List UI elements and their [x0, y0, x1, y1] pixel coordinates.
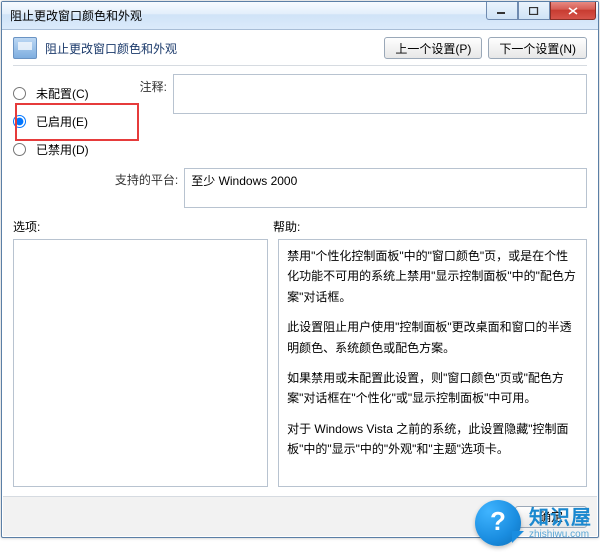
radio-disabled-label: 已禁用(D)	[36, 141, 89, 158]
divider	[13, 65, 587, 66]
footer: 确定	[3, 496, 597, 536]
help-label: 帮助:	[273, 218, 300, 235]
platform-value: 至少 Windows 2000	[191, 174, 297, 188]
options-label: 选项:	[13, 218, 273, 235]
comment-field[interactable]	[173, 74, 587, 114]
lower-panels: 禁用"个性化控制面板"中的"窗口颜色"页，或是在个性化功能不可用的系统上禁用"显…	[3, 239, 597, 487]
help-text: 对于 Windows Vista 之前的系统，此设置隐藏"控制面板"中的"显示"…	[287, 419, 578, 460]
config-area: 未配置(C) 已启用(E) 已禁用(D) 注释:	[3, 72, 597, 160]
radio-enabled-input[interactable]	[13, 115, 26, 128]
options-panel[interactable]	[13, 239, 268, 487]
window-buttons	[486, 2, 596, 20]
platform-label: 支持的平台:	[13, 168, 184, 188]
radio-enabled[interactable]: 已启用(E)	[13, 110, 125, 132]
header-row: 阻止更改窗口颜色和外观 上一个设置(P) 下一个设置(N)	[3, 31, 597, 63]
radio-not-configured-label: 未配置(C)	[36, 85, 89, 102]
next-setting-button[interactable]: 下一个设置(N)	[488, 37, 587, 59]
client-area: 阻止更改窗口颜色和外观 上一个设置(P) 下一个设置(N) 未配置(C) 已启用…	[3, 31, 597, 536]
radio-enabled-label: 已启用(E)	[36, 113, 88, 130]
dialog-window: 阻止更改窗口颜色和外观 阻止更改窗口颜色和外观 上一个设置(P) 下一个设置(N…	[1, 1, 599, 538]
radio-not-configured-input[interactable]	[13, 87, 26, 100]
radio-group: 未配置(C) 已启用(E) 已禁用(D)	[13, 74, 125, 160]
radio-not-configured[interactable]: 未配置(C)	[13, 82, 125, 104]
policy-icon	[13, 37, 37, 59]
radio-disabled-input[interactable]	[13, 143, 26, 156]
policy-title: 阻止更改窗口颜色和外观	[45, 40, 384, 57]
maximize-button[interactable]	[518, 2, 550, 20]
comment-label: 注释:	[125, 74, 173, 114]
minimize-button[interactable]	[486, 2, 518, 20]
prev-setting-button[interactable]: 上一个设置(P)	[384, 37, 482, 59]
help-panel[interactable]: 禁用"个性化控制面板"中的"窗口颜色"页，或是在个性化功能不可用的系统上禁用"显…	[278, 239, 587, 487]
help-text: 如果禁用或未配置此设置，则"窗口颜色"页或"配色方案"对话框在"个性化"或"显示…	[287, 368, 578, 409]
help-text: 禁用"个性化控制面板"中的"窗口颜色"页，或是在个性化功能不可用的系统上禁用"显…	[287, 246, 578, 307]
nav-buttons: 上一个设置(P) 下一个设置(N)	[384, 37, 587, 59]
platform-field[interactable]: 至少 Windows 2000	[184, 168, 587, 208]
titlebar: 阻止更改窗口颜色和外观	[2, 2, 598, 30]
radio-disabled[interactable]: 已禁用(D)	[13, 138, 125, 160]
ok-button[interactable]: 确定	[515, 506, 587, 528]
help-text: 此设置阻止用户使用"控制面板"更改桌面和窗口的半透明颜色、系统颜色或配色方案。	[287, 317, 578, 358]
lower-labels: 选项: 帮助:	[3, 208, 597, 239]
close-button[interactable]	[550, 2, 596, 20]
platform-row: 支持的平台: 至少 Windows 2000	[3, 166, 597, 208]
